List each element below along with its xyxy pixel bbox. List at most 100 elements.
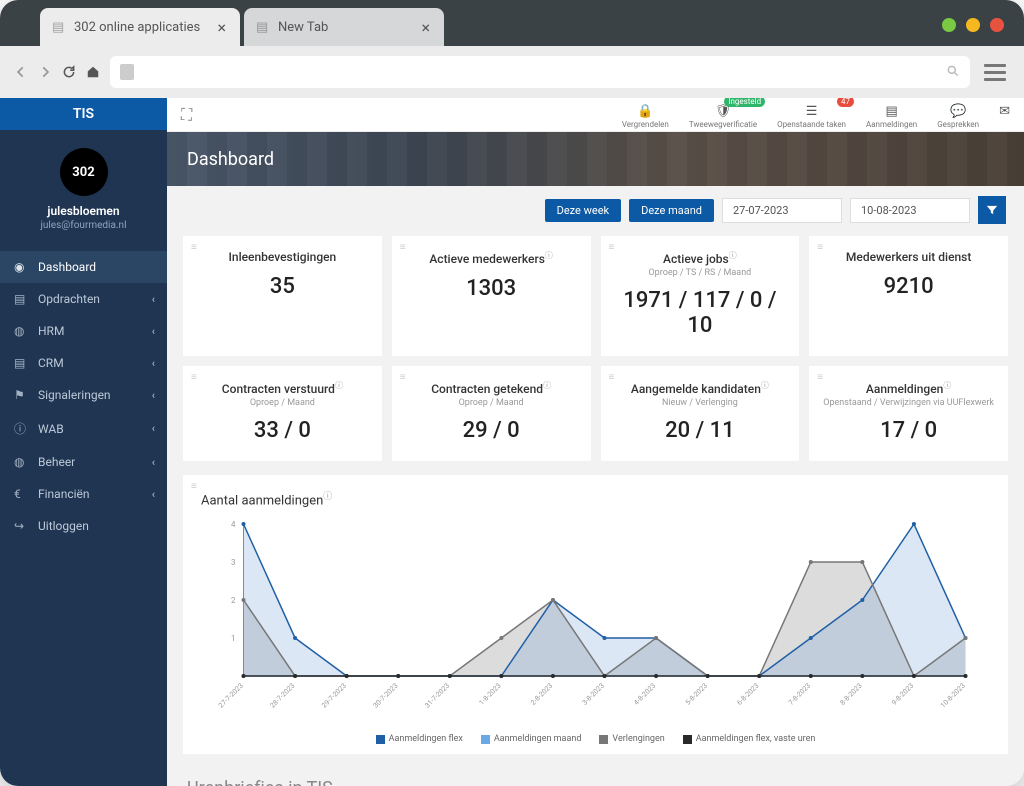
address-bar[interactable] [110, 56, 970, 88]
svg-text:29-7-2023: 29-7-2023 [320, 682, 348, 710]
doc-icon: ▤ [885, 104, 897, 119]
legend-swatch [683, 735, 692, 744]
topbar-label: Gesprekken [937, 120, 979, 129]
card-title: Actieve jobsⓘ [611, 250, 790, 266]
sidebar-item-financiën[interactable]: €Financiën‹ [0, 478, 167, 510]
legend-item[interactable]: Verlengingen [599, 734, 664, 744]
drag-handle-icon[interactable]: ≡ [191, 481, 197, 492]
browser-tabstrip: ▤302 online applicaties×▤New Tab× [0, 0, 1024, 46]
legend-item[interactable]: Aanmeldingen flex [376, 734, 463, 744]
globe-icon: ◍ [14, 455, 28, 469]
home-button[interactable] [86, 65, 100, 79]
chevron-left-icon: ‹ [152, 325, 155, 338]
badge: Ingesteld [724, 98, 765, 107]
topbar-chat[interactable]: 💬Gesprekken [937, 100, 979, 129]
close-icon[interactable]: × [217, 18, 226, 37]
card-title: Contracten getekendⓘ [402, 380, 581, 396]
chevron-left-icon: ‹ [152, 422, 155, 435]
close-icon[interactable]: × [421, 18, 430, 37]
svg-text:4: 4 [231, 520, 236, 529]
browser-tab[interactable]: ▤New Tab× [244, 8, 444, 46]
badge: 47 [837, 98, 854, 107]
browser-tab[interactable]: ▤ 302 online applicaties × [40, 8, 240, 46]
card-subtitle: Nieuw / Verlenging [611, 398, 790, 408]
sidebar: TIS 302 julesbloemen jules@fourmedia.nl … [0, 98, 167, 786]
topbar-lock[interactable]: 🔒Vergrendelen [622, 100, 669, 129]
topbar-shield[interactable]: Ingesteld🛡Tweewegverificatie [689, 100, 757, 129]
maximize-dot[interactable] [942, 18, 956, 32]
forward-button[interactable] [38, 65, 52, 79]
topbar-list[interactable]: 47☰Openstaande taken [777, 100, 846, 129]
menu-button[interactable] [980, 64, 1010, 81]
card-value: 20 / 11 [611, 418, 790, 443]
card-subtitle: Oproep / Maand [402, 398, 581, 408]
card-value: 17 / 0 [819, 418, 998, 443]
drag-handle-icon[interactable]: ≡ [191, 242, 197, 253]
sidebar-item-label: Dashboard [38, 260, 96, 274]
svg-text:30-7-2023: 30-7-2023 [372, 682, 400, 710]
drag-handle-icon[interactable]: ≡ [817, 242, 823, 253]
sidebar-item-wab[interactable]: ⓘWAB‹ [0, 411, 167, 446]
topbar-label: Openstaande taken [777, 120, 846, 129]
filter-icon[interactable] [978, 196, 1006, 224]
sidebar-item-hrm[interactable]: ◍HRM‹ [0, 315, 167, 347]
expand-icon[interactable]: ⛶ [181, 105, 192, 125]
page-icon [120, 64, 134, 80]
svg-text:27-7-2023: 27-7-2023 [217, 682, 245, 710]
reload-button[interactable] [62, 65, 76, 79]
legend-swatch [376, 735, 385, 744]
euro-icon: € [14, 487, 28, 501]
drag-handle-icon[interactable]: ≡ [817, 372, 823, 383]
sidebar-item-dashboard[interactable]: ◉Dashboard [0, 251, 167, 283]
svg-text:3-8-2023: 3-8-2023 [581, 682, 606, 707]
page-title: Dashboard [187, 149, 274, 170]
svg-text:1-8-2023: 1-8-2023 [478, 682, 503, 707]
drag-handle-icon[interactable]: ≡ [609, 242, 615, 253]
svg-text:31-7-2023: 31-7-2023 [423, 682, 451, 710]
sidebar-item-label: Opdrachten [38, 292, 100, 306]
back-button[interactable] [14, 65, 28, 79]
page-header: Dashboard [167, 132, 1024, 186]
legend-item[interactable]: Aanmeldingen maand [481, 734, 582, 744]
topbar-mail[interactable]: ✉ [999, 100, 1010, 120]
user-block: 302 julesbloemen jules@fourmedia.nl [0, 130, 167, 245]
drag-handle-icon[interactable]: ≡ [400, 242, 406, 253]
filter-week-button[interactable]: Deze week [545, 199, 622, 222]
search-icon[interactable] [946, 63, 960, 82]
stat-card: ≡Actieve medewerkersⓘ1303 [392, 236, 591, 356]
tab-label: 302 online applicaties [74, 20, 200, 35]
legend-swatch [599, 735, 608, 744]
user-name: julesbloemen [0, 204, 167, 218]
drag-handle-icon[interactable]: ≡ [400, 372, 406, 383]
sidebar-item-label: Signaleringen [38, 388, 111, 402]
svg-text:1: 1 [231, 634, 236, 643]
chart-legend: Aanmeldingen flex Aanmeldingen maand Verle… [201, 734, 990, 744]
drag-handle-icon[interactable]: ≡ [191, 372, 197, 383]
user-email: jules@fourmedia.nl [0, 220, 167, 231]
chart-title: Aantal aanmeldingenⓘ [201, 489, 990, 508]
stat-card: ≡Inleenbevestigingen35 [183, 236, 382, 356]
date-from-input[interactable] [722, 198, 842, 223]
chevron-left-icon: ‹ [152, 488, 155, 501]
stat-card: ≡Contracten getekendⓘOproep / Maand29 / … [392, 366, 591, 461]
topbar-doc[interactable]: ▤Aanmeldingen [866, 100, 917, 129]
date-to-input[interactable] [850, 198, 970, 223]
svg-text:7-8-2023: 7-8-2023 [787, 682, 812, 707]
sidebar-item-uitloggen[interactable]: ↪Uitloggen [0, 510, 167, 542]
topbar-label: Vergrendelen [622, 120, 669, 129]
sidebar-item-signaleringen[interactable]: ⚑Signaleringen‹ [0, 379, 167, 411]
sidebar-item-crm[interactable]: ▤CRM‹ [0, 347, 167, 379]
sidebar-item-opdrachten[interactable]: ▤Opdrachten‹ [0, 283, 167, 315]
legend-item[interactable]: Aanmeldingen flex, vaste uren [683, 734, 816, 744]
svg-text:3: 3 [231, 558, 236, 567]
sidebar-item-beheer[interactable]: ◍Beheer‹ [0, 446, 167, 478]
stat-card: ≡Aangemelde kandidatenⓘNieuw / Verlengin… [601, 366, 800, 461]
card-title: Aanmeldingenⓘ [819, 380, 998, 396]
avatar[interactable]: 302 [60, 148, 108, 196]
close-dot[interactable] [990, 18, 1004, 32]
drag-handle-icon[interactable]: ≡ [609, 372, 615, 383]
tab-icon: ▤ [52, 20, 66, 34]
filter-month-button[interactable]: Deze maand [629, 199, 714, 222]
minimize-dot[interactable] [966, 18, 980, 32]
mail-icon: ✉ [999, 104, 1010, 119]
